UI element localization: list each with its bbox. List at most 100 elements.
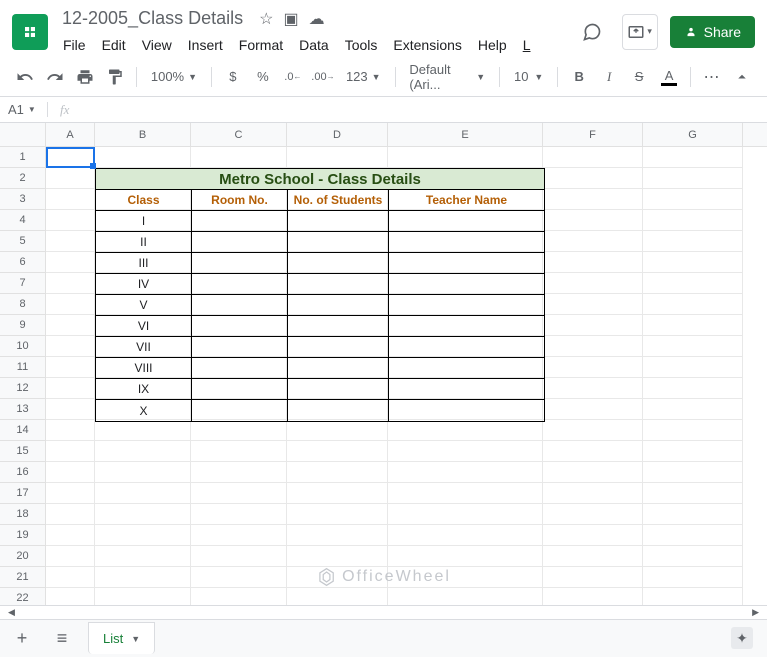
all-sheets-button[interactable]: ≡ (48, 625, 76, 653)
cell-room[interactable] (192, 379, 288, 400)
cell[interactable] (388, 147, 543, 168)
cell[interactable] (388, 504, 543, 525)
cell[interactable] (46, 168, 95, 189)
header-students[interactable]: No. of Students (288, 190, 389, 211)
cell[interactable] (46, 336, 95, 357)
cell[interactable] (388, 588, 543, 605)
menu-file[interactable]: File (56, 33, 93, 57)
cell[interactable] (543, 168, 643, 189)
cell[interactable] (543, 357, 643, 378)
name-box[interactable]: A1▼ (0, 102, 48, 117)
cell[interactable] (643, 504, 743, 525)
row-header-15[interactable]: 15 (0, 441, 45, 462)
cell[interactable] (46, 252, 95, 273)
row-header-16[interactable]: 16 (0, 462, 45, 483)
cell-class[interactable]: VIII (96, 358, 192, 379)
cell[interactable] (191, 462, 287, 483)
present-icon[interactable]: ▾ (622, 14, 658, 50)
font-select[interactable]: Default (Ari...▼ (403, 64, 491, 90)
row-header-7[interactable]: 7 (0, 273, 45, 294)
cell-teacher[interactable] (389, 211, 544, 232)
cell[interactable] (643, 525, 743, 546)
share-button[interactable]: Share (670, 16, 755, 48)
document-title[interactable]: 12-2005_Class Details (56, 6, 249, 31)
cell[interactable] (543, 231, 643, 252)
cell[interactable] (543, 189, 643, 210)
cell[interactable] (543, 378, 643, 399)
cell-room[interactable] (192, 253, 288, 274)
print-icon[interactable] (72, 64, 98, 90)
cell[interactable] (95, 420, 191, 441)
row-header-1[interactable]: 1 (0, 147, 45, 168)
cell[interactable] (191, 588, 287, 605)
cell[interactable] (643, 273, 743, 294)
cell[interactable] (543, 210, 643, 231)
col-header-d[interactable]: D (287, 123, 388, 146)
cell[interactable] (46, 210, 95, 231)
cell[interactable] (191, 420, 287, 441)
cell[interactable] (191, 525, 287, 546)
select-all-corner[interactable] (0, 123, 46, 146)
cell[interactable] (643, 378, 743, 399)
cell-teacher[interactable] (389, 358, 544, 379)
table-title[interactable]: Metro School - Class Details (96, 169, 544, 190)
header-room[interactable]: Room No. (192, 190, 288, 211)
cell-room[interactable] (192, 295, 288, 316)
cell-students[interactable] (288, 400, 389, 421)
cell[interactable] (95, 441, 191, 462)
cell[interactable] (643, 588, 743, 605)
cell[interactable] (46, 525, 95, 546)
cell-class[interactable]: X (96, 400, 192, 421)
cell[interactable] (46, 294, 95, 315)
cell-students[interactable] (288, 379, 389, 400)
cell[interactable] (388, 546, 543, 567)
row-header-19[interactable]: 19 (0, 525, 45, 546)
formula-input[interactable] (81, 102, 767, 117)
cell[interactable] (287, 462, 388, 483)
cell[interactable] (543, 273, 643, 294)
row-header-5[interactable]: 5 (0, 231, 45, 252)
horizontal-scrollbar[interactable]: ◀ ▶ (0, 605, 767, 619)
cell-students[interactable] (288, 295, 389, 316)
bold-button[interactable]: B (566, 64, 592, 90)
cell-students[interactable] (288, 274, 389, 295)
cell[interactable] (388, 441, 543, 462)
cell-class[interactable]: VII (96, 337, 192, 358)
cell-students[interactable] (288, 253, 389, 274)
cell[interactable] (643, 567, 743, 588)
font-size-select[interactable]: 10▼ (508, 64, 549, 90)
cell[interactable] (643, 357, 743, 378)
add-sheet-button[interactable]: + (8, 625, 36, 653)
cell[interactable] (543, 504, 643, 525)
row-header-9[interactable]: 9 (0, 315, 45, 336)
cell[interactable] (191, 546, 287, 567)
cell[interactable] (95, 525, 191, 546)
col-header-g[interactable]: G (643, 123, 743, 146)
row-header-11[interactable]: 11 (0, 357, 45, 378)
cell[interactable] (287, 546, 388, 567)
cell[interactable] (46, 147, 95, 168)
sheet-tab-list[interactable]: List▼ (88, 622, 155, 654)
col-header-e[interactable]: E (388, 123, 543, 146)
redo-icon[interactable] (42, 64, 68, 90)
collapse-toolbar-icon[interactable] (729, 64, 755, 90)
cell-class[interactable]: VI (96, 316, 192, 337)
cell[interactable] (643, 315, 743, 336)
cell-room[interactable] (192, 274, 288, 295)
cell[interactable] (543, 462, 643, 483)
cell[interactable] (543, 147, 643, 168)
scroll-left-icon[interactable]: ◀ (8, 607, 15, 618)
menu-overflow[interactable]: L (516, 33, 538, 57)
cell[interactable] (543, 336, 643, 357)
menu-view[interactable]: View (135, 33, 179, 57)
more-formats-button[interactable]: 123▼ (340, 64, 387, 90)
cloud-icon[interactable]: ☁ (309, 9, 325, 29)
cell-class[interactable]: III (96, 253, 192, 274)
star-icon[interactable]: ☆ (259, 9, 273, 29)
row-header-12[interactable]: 12 (0, 378, 45, 399)
cell-class[interactable]: II (96, 232, 192, 253)
cell[interactable] (95, 504, 191, 525)
cell[interactable] (643, 441, 743, 462)
comments-icon[interactable] (574, 14, 610, 50)
menu-format[interactable]: Format (232, 33, 290, 57)
